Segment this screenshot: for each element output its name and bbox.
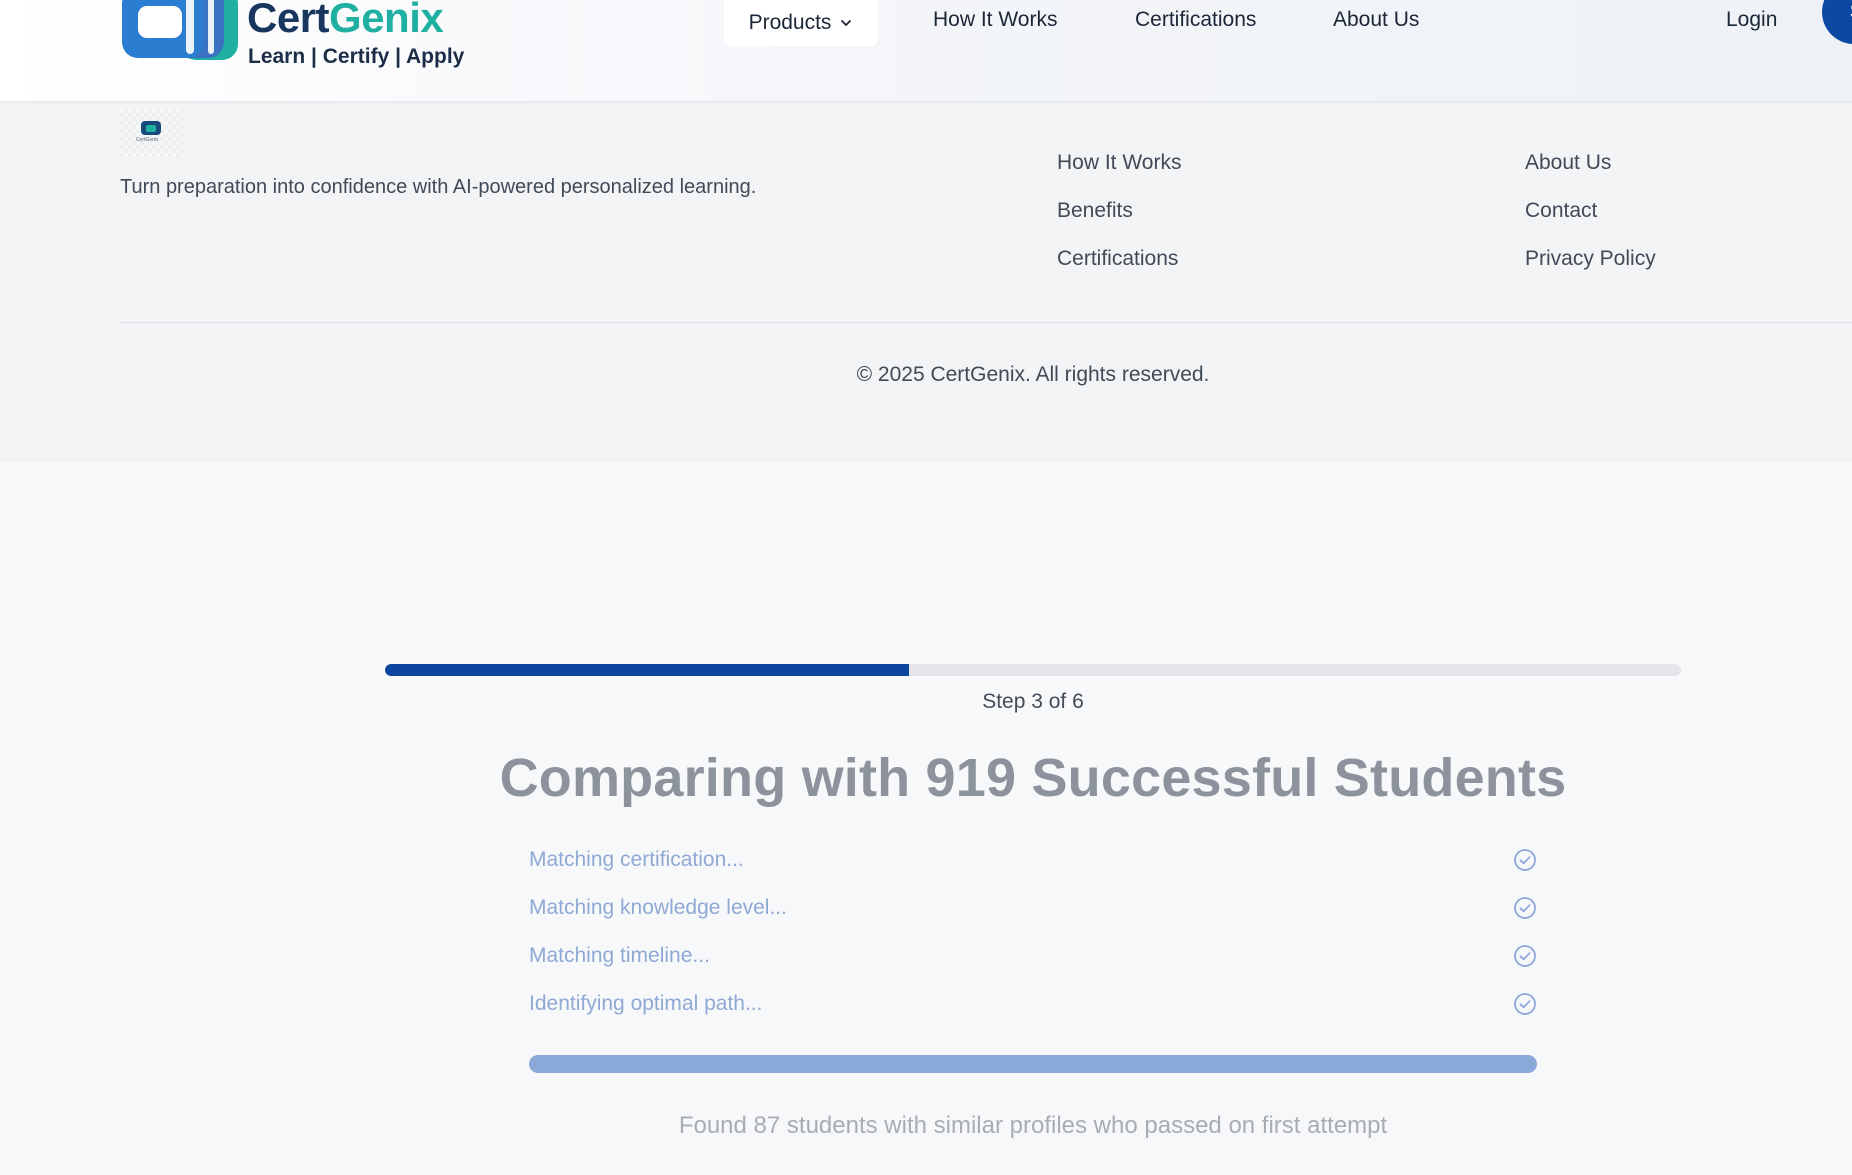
nav-products-dropdown[interactable]: Products: [724, 0, 878, 46]
check-circle-icon: [1514, 993, 1536, 1015]
footer-link-contact[interactable]: Contact: [1525, 199, 1597, 223]
signup-button[interactable]: S: [1822, 0, 1852, 44]
check-circle-icon: [1514, 897, 1536, 919]
check-row-certification: Matching certification...: [529, 844, 1537, 876]
check-label: Matching certification...: [529, 848, 744, 871]
site-footer: CertGenix Turn preparation into confiden…: [0, 95, 1852, 462]
found-students-text: Found 87 students with similar profiles …: [678, 1112, 1388, 1139]
nav-certifications[interactable]: Certifications: [1135, 5, 1256, 35]
footer-logo-mark-icon: [141, 121, 161, 135]
check-row-timeline: Matching timeline...: [529, 940, 1537, 972]
check-circle-icon: [1514, 945, 1536, 967]
step-progress-fill: [385, 664, 910, 676]
footer-link-privacy-policy[interactable]: Privacy Policy: [1525, 247, 1656, 271]
brand-tagline: Learn | Certify | Apply: [248, 45, 465, 68]
check-row-knowledge-level: Matching knowledge level...: [529, 892, 1537, 924]
brand-name[interactable]: CertGenix: [247, 0, 444, 44]
check-label: Matching timeline...: [529, 944, 710, 967]
login-link[interactable]: Login: [1726, 5, 1777, 35]
brand-name-genix: Genix: [329, 0, 444, 41]
brand-name-cert: Cert: [247, 0, 330, 41]
nav-products-label: Products: [748, 11, 832, 34]
matching-progress-fill: [529, 1055, 1537, 1073]
comparison-heading: Comparing with 919 Successful Students: [499, 748, 1567, 808]
matching-progress-bar: [529, 1055, 1537, 1073]
footer-logo[interactable]: CertGenix: [120, 109, 182, 157]
site-header: CertGenix Learn | Certify | Apply Produc…: [0, 0, 1852, 102]
certgenix-logo-icon[interactable]: [122, 0, 242, 62]
footer-link-benefits[interactable]: Benefits: [1057, 199, 1133, 223]
footer-divider: [120, 322, 1852, 323]
footer-link-about-us[interactable]: About Us: [1525, 151, 1611, 175]
step-progress-bar: [385, 664, 1681, 676]
check-circle-icon: [1514, 849, 1536, 871]
check-label: Matching knowledge level...: [529, 896, 787, 919]
check-row-optimal-path: Identifying optimal path...: [529, 988, 1537, 1020]
step-indicator: Step 3 of 6: [982, 690, 1084, 713]
footer-logo-caption: CertGenix: [136, 137, 159, 143]
footer-link-certifications[interactable]: Certifications: [1057, 247, 1178, 271]
footer-link-how-it-works[interactable]: How It Works: [1057, 151, 1181, 175]
footer-copyright: © 2025 CertGenix. All rights reserved.: [856, 363, 1210, 386]
nav-about-us[interactable]: About Us: [1333, 5, 1419, 35]
chevron-down-icon: [841, 20, 852, 26]
nav-how-it-works[interactable]: How It Works: [933, 5, 1057, 35]
check-label: Identifying optimal path...: [529, 992, 763, 1015]
footer-tagline: Turn preparation into confidence with AI…: [120, 176, 757, 198]
analysis-progress-section: Step 3 of 6 Comparing with 919 Successfu…: [0, 462, 1852, 1175]
